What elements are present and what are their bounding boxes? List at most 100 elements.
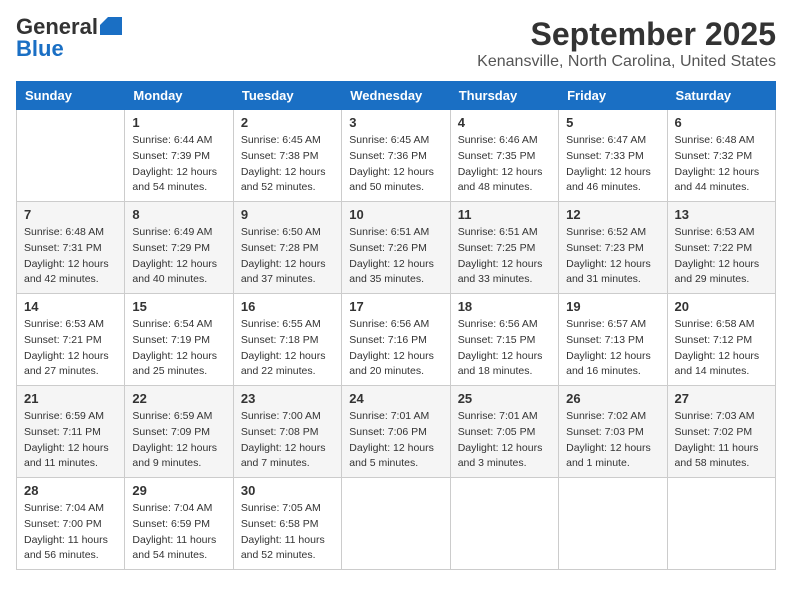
calendar-day-header: Friday [559, 82, 667, 110]
cell-day-number: 6 [675, 115, 768, 130]
calendar-cell: 2 Sunrise: 6:45 AM Sunset: 7:38 PM Daylig… [233, 110, 341, 202]
cell-day-number: 21 [24, 391, 117, 406]
cell-info: Sunrise: 6:58 AM Sunset: 7:12 PM Dayligh… [675, 317, 768, 380]
cell-info: Sunrise: 6:56 AM Sunset: 7:16 PM Dayligh… [349, 317, 442, 380]
cell-info: Sunrise: 7:01 AM Sunset: 7:05 PM Dayligh… [458, 409, 551, 472]
cell-day-number: 28 [24, 483, 117, 498]
cell-info: Sunrise: 6:57 AM Sunset: 7:13 PM Dayligh… [566, 317, 659, 380]
calendar-cell [559, 478, 667, 570]
calendar-cell: 22Sunrise: 6:59 AM Sunset: 7:09 PM Dayli… [125, 386, 233, 478]
calendar-cell: 12Sunrise: 6:52 AM Sunset: 7:23 PM Dayli… [559, 202, 667, 294]
cell-info: Sunrise: 6:53 AM Sunset: 7:21 PM Dayligh… [24, 317, 117, 380]
cell-day-number: 4 [458, 115, 551, 130]
calendar-cell: 4 Sunrise: 6:46 AM Sunset: 7:35 PM Daylig… [450, 110, 558, 202]
logo-general-text: General [16, 16, 98, 38]
calendar-cell: 25Sunrise: 7:01 AM Sunset: 7:05 PM Dayli… [450, 386, 558, 478]
cell-info: Sunrise: 6:48 AM Sunset: 7:32 PM Dayligh… [675, 133, 768, 196]
cell-day-number: 26 [566, 391, 659, 406]
cell-info: Sunrise: 6:51 AM Sunset: 7:26 PM Dayligh… [349, 225, 442, 288]
cell-day-number: 30 [241, 483, 334, 498]
calendar-cell [667, 478, 775, 570]
month-title: September 2025 [477, 16, 776, 53]
calendar-cell: 27 Sunrise: 7:03 AM Sunset: 7:02 PM Dayli… [667, 386, 775, 478]
logo: General Blue [16, 16, 122, 60]
cell-day-number: 19 [566, 299, 659, 314]
title-area: September 2025 Kenansville, North Caroli… [477, 16, 776, 71]
cell-day-number: 14 [24, 299, 117, 314]
calendar-cell: 14 Sunrise: 6:53 AM Sunset: 7:21 PM Dayli… [17, 294, 125, 386]
cell-info: Sunrise: 7:05 AM Sunset: 6:58 PM Dayligh… [241, 501, 334, 564]
logo-icon [100, 17, 122, 35]
cell-info: Sunrise: 6:53 AM Sunset: 7:22 PM Dayligh… [675, 225, 768, 288]
cell-info: Sunrise: 7:04 AM Sunset: 7:00 PM Dayligh… [24, 501, 117, 564]
page-header: General Blue September 2025 Kenansville,… [16, 16, 776, 71]
cell-day-number: 3 [349, 115, 442, 130]
cell-day-number: 7 [24, 207, 117, 222]
calendar-cell: 10 Sunrise: 6:51 AM Sunset: 7:26 PM Dayli… [342, 202, 450, 294]
cell-info: Sunrise: 7:01 AM Sunset: 7:06 PM Dayligh… [349, 409, 442, 472]
cell-info: Sunrise: 6:56 AM Sunset: 7:15 PM Dayligh… [458, 317, 551, 380]
calendar-table: SundayMondayTuesdayWednesdayThursdayFrid… [16, 81, 776, 570]
calendar-week-row: 1 Sunrise: 6:44 AM Sunset: 7:39 PM Daylig… [17, 110, 776, 202]
cell-info: Sunrise: 7:04 AM Sunset: 6:59 PM Dayligh… [132, 501, 225, 564]
calendar-week-row: 7 Sunrise: 6:48 AM Sunset: 7:31 PM Daylig… [17, 202, 776, 294]
cell-info: Sunrise: 6:48 AM Sunset: 7:31 PM Dayligh… [24, 225, 117, 288]
calendar-cell: 3 Sunrise: 6:45 AM Sunset: 7:36 PM Daylig… [342, 110, 450, 202]
calendar-cell [17, 110, 125, 202]
calendar-cell: 6 Sunrise: 6:48 AM Sunset: 7:32 PM Daylig… [667, 110, 775, 202]
calendar-week-row: 28 Sunrise: 7:04 AM Sunset: 7:00 PM Dayli… [17, 478, 776, 570]
cell-info: Sunrise: 6:46 AM Sunset: 7:35 PM Dayligh… [458, 133, 551, 196]
cell-day-number: 17 [349, 299, 442, 314]
cell-day-number: 15 [132, 299, 225, 314]
cell-info: Sunrise: 6:44 AM Sunset: 7:39 PM Dayligh… [132, 133, 225, 196]
cell-day-number: 8 [132, 207, 225, 222]
cell-day-number: 29 [132, 483, 225, 498]
cell-day-number: 24 [349, 391, 442, 406]
calendar-day-header: Saturday [667, 82, 775, 110]
calendar-cell: 7 Sunrise: 6:48 AM Sunset: 7:31 PM Daylig… [17, 202, 125, 294]
calendar-day-header: Tuesday [233, 82, 341, 110]
cell-info: Sunrise: 6:55 AM Sunset: 7:18 PM Dayligh… [241, 317, 334, 380]
calendar-cell: 5Sunrise: 6:47 AM Sunset: 7:33 PM Daylig… [559, 110, 667, 202]
cell-day-number: 12 [566, 207, 659, 222]
calendar-day-header: Sunday [17, 82, 125, 110]
calendar-cell: 19 Sunrise: 6:57 AM Sunset: 7:13 PM Dayli… [559, 294, 667, 386]
cell-info: Sunrise: 6:45 AM Sunset: 7:36 PM Dayligh… [349, 133, 442, 196]
calendar-cell: 24 Sunrise: 7:01 AM Sunset: 7:06 PM Dayli… [342, 386, 450, 478]
cell-day-number: 27 [675, 391, 768, 406]
cell-day-number: 23 [241, 391, 334, 406]
calendar-cell: 26 Sunrise: 7:02 AM Sunset: 7:03 PM Dayli… [559, 386, 667, 478]
cell-day-number: 20 [675, 299, 768, 314]
cell-day-number: 16 [241, 299, 334, 314]
calendar-cell: 8Sunrise: 6:49 AM Sunset: 7:29 PM Daylig… [125, 202, 233, 294]
calendar-cell: 18 Sunrise: 6:56 AM Sunset: 7:15 PM Dayli… [450, 294, 558, 386]
cell-info: Sunrise: 6:54 AM Sunset: 7:19 PM Dayligh… [132, 317, 225, 380]
calendar-header-row: SundayMondayTuesdayWednesdayThursdayFrid… [17, 82, 776, 110]
cell-day-number: 2 [241, 115, 334, 130]
calendar-cell: 30 Sunrise: 7:05 AM Sunset: 6:58 PM Dayli… [233, 478, 341, 570]
calendar-day-header: Wednesday [342, 82, 450, 110]
calendar-cell: 17 Sunrise: 6:56 AM Sunset: 7:16 PM Dayli… [342, 294, 450, 386]
calendar-cell [450, 478, 558, 570]
calendar-cell: 1 Sunrise: 6:44 AM Sunset: 7:39 PM Daylig… [125, 110, 233, 202]
calendar-day-header: Monday [125, 82, 233, 110]
cell-day-number: 13 [675, 207, 768, 222]
cell-day-number: 5 [566, 115, 659, 130]
cell-info: Sunrise: 6:45 AM Sunset: 7:38 PM Dayligh… [241, 133, 334, 196]
cell-day-number: 9 [241, 207, 334, 222]
calendar-cell: 11Sunrise: 6:51 AM Sunset: 7:25 PM Dayli… [450, 202, 558, 294]
cell-info: Sunrise: 6:59 AM Sunset: 7:09 PM Dayligh… [132, 409, 225, 472]
calendar-cell: 23 Sunrise: 7:00 AM Sunset: 7:08 PM Dayli… [233, 386, 341, 478]
cell-info: Sunrise: 7:00 AM Sunset: 7:08 PM Dayligh… [241, 409, 334, 472]
logo-blue-text: Blue [16, 38, 64, 60]
cell-day-number: 10 [349, 207, 442, 222]
cell-info: Sunrise: 6:51 AM Sunset: 7:25 PM Dayligh… [458, 225, 551, 288]
cell-info: Sunrise: 7:03 AM Sunset: 7:02 PM Dayligh… [675, 409, 768, 472]
calendar-cell: 20 Sunrise: 6:58 AM Sunset: 7:12 PM Dayli… [667, 294, 775, 386]
cell-day-number: 1 [132, 115, 225, 130]
cell-info: Sunrise: 7:02 AM Sunset: 7:03 PM Dayligh… [566, 409, 659, 472]
cell-day-number: 18 [458, 299, 551, 314]
calendar-cell: 9Sunrise: 6:50 AM Sunset: 7:28 PM Daylig… [233, 202, 341, 294]
calendar-cell [342, 478, 450, 570]
calendar-cell: 29 Sunrise: 7:04 AM Sunset: 6:59 PM Dayli… [125, 478, 233, 570]
